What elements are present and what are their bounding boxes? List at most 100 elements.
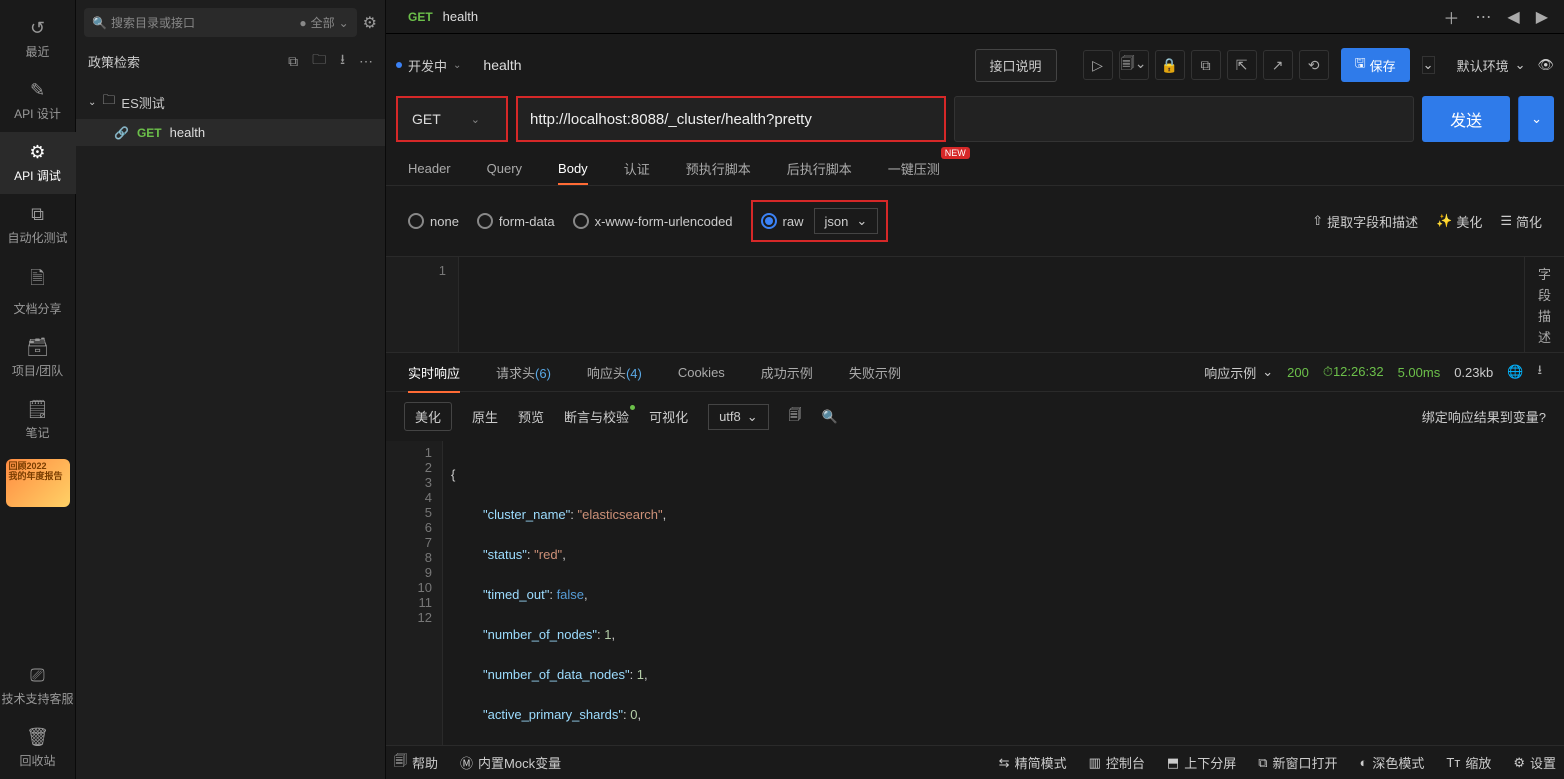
rail-promo[interactable]: 回顾2022我的年度报告 [6, 459, 70, 507]
code-icon[interactable]: ⟲ [1299, 50, 1329, 80]
resptab-reqh[interactable]: 请求头(6) [496, 353, 551, 392]
eye-icon[interactable]: 👁 [1537, 57, 1554, 73]
link-icon[interactable]: ⧉ [288, 53, 298, 70]
search-input[interactable]: 🔍 搜索目录或接口 ● 全部 ⌄ [84, 8, 357, 37]
resptab-resh[interactable]: 响应头(4) [587, 353, 642, 392]
folder-icon: 🗀 [102, 91, 115, 113]
next-tab-icon[interactable]: ▶ [1536, 7, 1548, 27]
rail-notes[interactable]: 🗒笔记 [0, 389, 76, 451]
rail-api-debug[interactable]: ⚙API 调试 [0, 132, 76, 194]
response-body[interactable]: 123456789101112 { "cluster_name": "elast… [386, 441, 1564, 745]
send-button[interactable]: 发送 [1422, 96, 1510, 142]
tab-stress[interactable]: 一键压测NEW [888, 151, 940, 186]
radio-raw[interactable]: raw [761, 213, 804, 229]
encoding-select[interactable]: utf8⌄ [708, 404, 769, 430]
tab-prescript[interactable]: 预执行脚本 [686, 151, 751, 186]
split-button[interactable]: ⬒上下分屏 [1167, 753, 1236, 772]
tab-query[interactable]: Query [487, 153, 522, 184]
rail-doc-share[interactable]: 🗎文档分享 [0, 256, 76, 327]
add-tab-icon[interactable]: ＋ [1443, 5, 1459, 29]
chevron-down-icon: ⌄ [1515, 57, 1526, 73]
zoom-icon: Tт [1446, 755, 1460, 770]
console-button[interactable]: ▥控制台 [1089, 753, 1145, 772]
tree-item-health[interactable]: 🔗 GET health [76, 119, 385, 146]
save-button[interactable]: 🖫保存 [1341, 48, 1410, 82]
copy-resp-icon[interactable]: 🗐 [789, 406, 802, 428]
response-toolbar: 美化 原生 预览 断言与校验 可视化 utf8⌄ 🗐 🔍 绑定响应结果到变量? [386, 392, 1564, 441]
zoom-button[interactable]: Tт缩放 [1446, 753, 1491, 772]
radio-formdata[interactable]: form-data [477, 213, 555, 229]
settings-icon[interactable]: ⚙ [363, 13, 377, 33]
help-icon: 🗐 [394, 752, 407, 774]
tab-postscript[interactable]: 后执行脚本 [787, 151, 852, 186]
env-select[interactable]: 默认环境 ⌄ [1457, 56, 1526, 75]
status-select[interactable]: 开发中 ⌄ [396, 56, 461, 75]
rail-recent[interactable]: ↺最近 [0, 8, 76, 70]
tree: ⌄ 🗀 ES测试 🔗 GET health [76, 81, 385, 150]
editor-code[interactable] [458, 257, 1524, 352]
globe-icon[interactable]: 🌐 [1507, 364, 1523, 380]
new-badge: NEW [941, 147, 970, 159]
resptab-fail[interactable]: 失败示例 [849, 353, 901, 392]
send-dropdown[interactable]: ⌄ [1518, 96, 1554, 142]
url-input[interactable]: http://localhost:8088/_cluster/health?pr… [516, 96, 946, 142]
download-icon[interactable]: ⭳ [340, 49, 345, 73]
radio-xwww[interactable]: x-www-form-urlencoded [573, 213, 733, 229]
resp-preview-button[interactable]: 预览 [518, 407, 544, 426]
chevron-down-icon: ⌄ [1531, 111, 1542, 127]
radio-none[interactable]: none [408, 213, 459, 229]
url-input-extra[interactable] [954, 96, 1414, 142]
more-icon[interactable]: ⋯ [359, 53, 373, 70]
beautify-button[interactable]: ✨美化 [1436, 212, 1482, 231]
rail-api-design[interactable]: ✎API 设计 [0, 70, 76, 132]
tab-auth[interactable]: 认证 [624, 151, 650, 186]
share-icon[interactable]: ↗ [1263, 50, 1293, 80]
download-icon[interactable]: ⭳ [1537, 361, 1542, 383]
resp-assert-button[interactable]: 断言与校验 [564, 407, 629, 426]
more-tabs-icon[interactable]: ⋯ [1475, 7, 1491, 27]
response-example-select[interactable]: 响应示例⌄ [1204, 363, 1273, 382]
main: GET health ＋ ⋯ ◀ ▶ 开发中 ⌄ health 接口说明 ▷ 🗐… [386, 0, 1564, 779]
resp-visual-button[interactable]: 可视化 [649, 407, 688, 426]
resp-beautify-button[interactable]: 美化 [404, 402, 452, 431]
rail-support[interactable]: ⎚技术支持客服 [0, 655, 76, 717]
search-resp-icon[interactable]: 🔍 [822, 409, 838, 425]
mock-button[interactable]: Ⓜ内置Mock变量 [460, 753, 561, 772]
raw-type-select[interactable]: json⌄ [814, 208, 879, 234]
lite-icon: ⇆ [999, 755, 1010, 771]
save-dropdown-icon[interactable]: 🗐⌄ [1119, 50, 1149, 80]
lock-icon[interactable]: 🔒 [1155, 50, 1185, 80]
request-body-editor[interactable]: 1 [386, 256, 1524, 352]
resp-raw-button[interactable]: 原生 [472, 407, 498, 426]
help-button[interactable]: 🗐帮助 [394, 752, 438, 774]
rail-auto-test[interactable]: ⧉自动化测试 [0, 194, 76, 256]
rail-recycle[interactable]: 🗑回收站 [0, 717, 76, 779]
folder-add-icon[interactable]: 🗀 [312, 49, 326, 73]
dark-mode-button[interactable]: ◐深色模式 [1360, 753, 1425, 772]
rail-project[interactable]: 🗃项目/团队 [0, 327, 76, 389]
trash-icon: 🗑 [0, 727, 76, 748]
tab-header[interactable]: Header [408, 153, 451, 184]
bind-variable-link[interactable]: 绑定响应结果到变量? [1422, 407, 1546, 426]
tab-body[interactable]: Body [558, 153, 588, 184]
lite-mode-button[interactable]: ⇆精简模式 [999, 753, 1067, 772]
simplify-button[interactable]: ☰简化 [1500, 212, 1542, 231]
field-desc-label[interactable]: 字段描述 [1524, 256, 1564, 352]
tree-folder[interactable]: ⌄ 🗀 ES测试 [76, 85, 385, 119]
export-icon[interactable]: ⇱ [1227, 50, 1257, 80]
method-select[interactable]: GET ⌄ [396, 96, 508, 142]
resptab-success[interactable]: 成功示例 [761, 353, 813, 392]
moon-icon: ◐ [1360, 755, 1368, 770]
tab-health[interactable]: GET health [394, 0, 492, 34]
save-more-icon[interactable]: ⌄ [1422, 56, 1435, 74]
editor-gutter: 1 [386, 257, 458, 352]
new-window-button[interactable]: ⧉新窗口打开 [1258, 753, 1337, 772]
extract-button[interactable]: ⇧提取字段和描述 [1312, 212, 1418, 231]
api-desc-button[interactable]: 接口说明 [975, 49, 1057, 82]
prev-tab-icon[interactable]: ◀ [1507, 7, 1519, 27]
run-icon[interactable]: ▷ [1083, 50, 1113, 80]
resptab-cookies[interactable]: Cookies [678, 355, 725, 390]
copy-icon[interactable]: ⧉ [1191, 50, 1221, 80]
resptab-realtime[interactable]: 实时响应 [408, 353, 460, 392]
settings-button[interactable]: ⚙设置 [1513, 753, 1556, 772]
